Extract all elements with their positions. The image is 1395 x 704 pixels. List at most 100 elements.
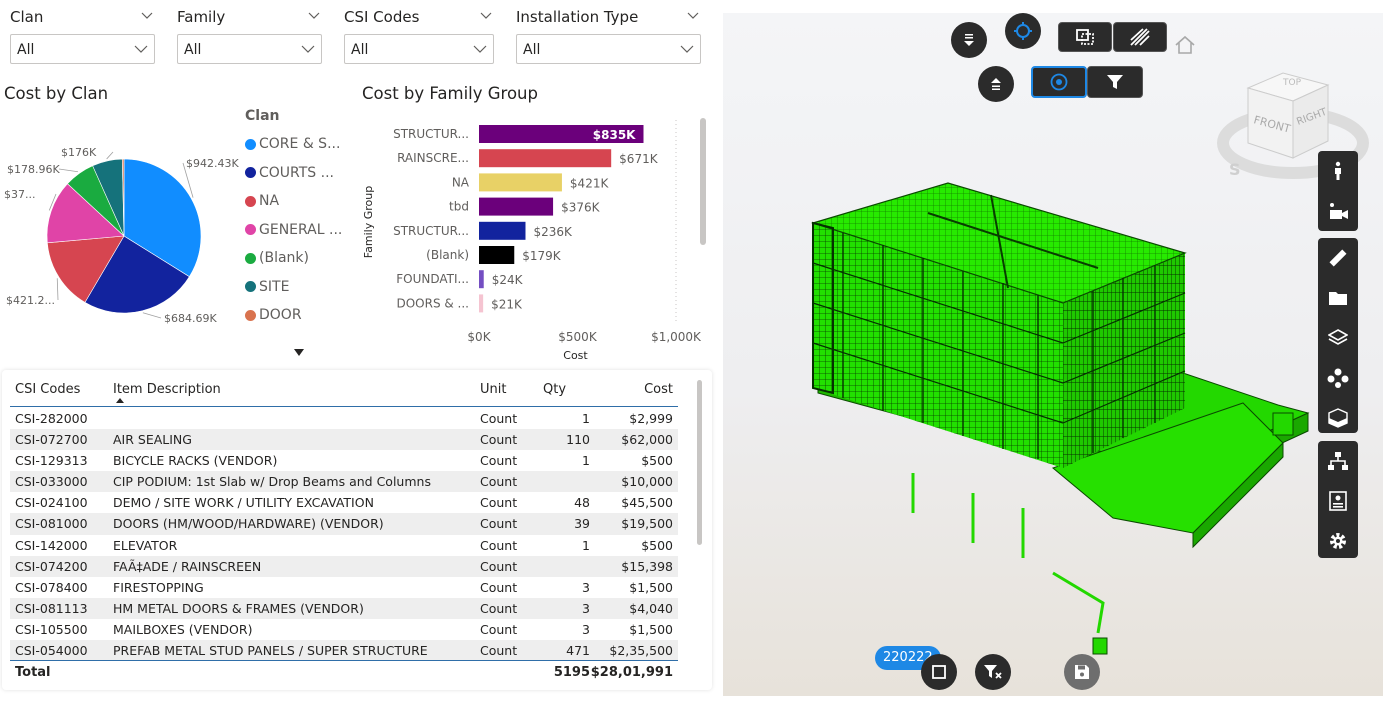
selection-box-button[interactable] — [921, 654, 957, 690]
table-row[interactable]: CSI-054000 PREFAB METAL STUD PANELS / SUP… — [10, 640, 678, 662]
bar[interactable] — [479, 270, 484, 289]
pie-data-label: $942.43K — [186, 157, 239, 170]
hatch-button[interactable] — [1113, 22, 1167, 52]
slicer-dropdown-installation-type[interactable]: All — [516, 34, 701, 64]
locate-button[interactable] — [1005, 13, 1041, 49]
home-icon[interactable] — [1173, 35, 1197, 55]
bar[interactable] — [479, 149, 612, 168]
bar[interactable] — [479, 294, 484, 313]
walk-mode-button[interactable] — [1318, 151, 1358, 191]
target-icon — [1050, 73, 1068, 91]
cell-qty: 3 — [582, 579, 590, 595]
explode-button[interactable] — [1318, 358, 1358, 398]
table-row[interactable]: CSI-072700 AIR SEALING Count 110 $62,000 — [10, 429, 678, 451]
clear-filter-button[interactable] — [975, 654, 1011, 690]
slicer-title-text: Installation Type — [516, 8, 639, 26]
table-row[interactable]: CSI-081000 DOORS (HM/WOOD/HARDWARE) (VEND… — [10, 513, 678, 535]
legend-item[interactable]: (Blank) — [245, 244, 360, 273]
cell-unit: Count — [480, 600, 518, 616]
bar-data-label: $24K — [492, 273, 524, 287]
structure-button[interactable] — [1318, 441, 1358, 481]
cell-cost: $62,000 — [621, 432, 673, 448]
cost-table: CSI Codes Item Description Unit Qty Cost… — [2, 370, 712, 690]
bar[interactable] — [479, 246, 515, 264]
tools-toolbar — [1318, 238, 1358, 433]
cell-cost: $45,500 — [621, 495, 673, 511]
header-cost[interactable]: Cost — [644, 382, 673, 397]
chevron-down-icon[interactable] — [141, 10, 153, 22]
isolate-button[interactable] — [1031, 66, 1087, 98]
building-model[interactable]: TOP FRONT RIGHT S — [723, 13, 1383, 696]
cell-item-description: CIP PODIUM: 1st Slab w/ Drop Beams and C… — [113, 474, 431, 490]
table-row[interactable]: CSI-282000 Count 1 $2,999 — [10, 408, 678, 429]
table-body: CSI-282000 Count 1 $2,999 CSI-072700 AIR SEAL… — [10, 408, 678, 662]
bar[interactable] — [479, 173, 562, 192]
cell-unit: Count — [480, 558, 518, 574]
layers-icon — [1328, 329, 1348, 345]
bar[interactable] — [479, 221, 526, 240]
slicer-value: All — [184, 42, 202, 58]
table-row[interactable]: CSI-081113 HM METAL DOORS & FRAMES (VENDO… — [10, 597, 678, 619]
cell-item-description: BICYCLE RACKS (VENDOR) — [113, 453, 278, 469]
navigation-toolbar — [1318, 151, 1358, 231]
cell-csi-code: CSI-081000 — [15, 516, 88, 532]
slicer-family: Family All — [177, 8, 322, 64]
bar-chart[interactable]: STRUCTUR... $835K RAINSCRE... $671K NA $421K t… — [358, 110, 703, 368]
section-button[interactable] — [1318, 398, 1358, 438]
table-row[interactable]: CSI-105500 MAILBOXES (VENDOR) Count 3 $1,500 — [10, 619, 678, 640]
chevron-down-icon[interactable] — [308, 10, 320, 22]
legend-item[interactable]: SITE — [245, 273, 360, 302]
table-row[interactable]: CSI-142000 ELEVATOR Count 1 $500 — [10, 535, 678, 556]
level-up-button[interactable] — [978, 66, 1014, 102]
header-unit[interactable]: Unit — [480, 382, 506, 397]
table-row[interactable]: CSI-074200 FAÃ‡ADE / RAINSCREEN Count $15,3… — [10, 555, 678, 577]
model-viewer[interactable]: TOP FRONT RIGHT S 220222 — [723, 13, 1383, 696]
bar[interactable] — [479, 197, 554, 216]
pie-chart[interactable]: $942.43K $684.69K $421.2... $37... $178.96K$… — [0, 110, 245, 340]
properties-button[interactable] — [1318, 481, 1358, 521]
slicer-dropdown-family[interactable]: All — [177, 34, 322, 64]
header-csi-codes[interactable]: CSI Codes — [15, 382, 80, 397]
cell-qty: 3 — [582, 621, 590, 637]
bar-chart-scrollbar[interactable] — [700, 118, 706, 245]
slicer-dropdown-csi-codes[interactable]: All — [344, 34, 494, 64]
legend-item[interactable]: NA — [245, 187, 360, 216]
cell-qty: 1 — [582, 411, 590, 426]
table-row[interactable]: CSI-033000 CIP PODIUM: 1st Slab w/ Drop B… — [10, 471, 678, 493]
level-down-button[interactable] — [951, 22, 987, 58]
arrow-down-icon — [964, 34, 974, 46]
pie-data-label: $37... — [4, 188, 36, 201]
bar-data-label: $376K — [561, 201, 601, 215]
model-browser-button[interactable] — [1318, 278, 1358, 318]
legend-scroll-down-icon[interactable] — [294, 349, 304, 356]
cell-item-description: PREFAB METAL STUD PANELS / SUPER STRUCTU… — [113, 643, 428, 659]
legend-item[interactable]: GENERAL ... — [245, 216, 360, 245]
save-button[interactable] — [1064, 654, 1100, 690]
table-row[interactable]: CSI-024100 DEMO / SITE WORK / UTILITY EXC… — [10, 492, 678, 513]
table-row[interactable]: CSI-078400 FIRESTOPPING Count 3 $1,500 — [10, 577, 678, 598]
settings-button[interactable] — [1318, 521, 1358, 561]
cell-csi-code: CSI-105500 — [15, 621, 88, 637]
y-axis-title: Family Group — [362, 186, 375, 258]
header-qty[interactable]: Qty — [543, 382, 566, 397]
slicer-dropdown-clan[interactable]: All — [10, 34, 155, 64]
filter-button[interactable] — [1087, 66, 1143, 98]
legend-item[interactable]: COURTS ... — [245, 159, 360, 188]
section-box-button[interactable] — [1058, 22, 1112, 52]
legend-item[interactable]: DOOR — [245, 301, 360, 330]
cell-qty: 110 — [566, 432, 590, 448]
measure-button[interactable] — [1318, 238, 1358, 278]
chevron-down-icon[interactable] — [480, 10, 492, 22]
total-cost: $28,01,991 — [590, 665, 673, 680]
chevron-down-icon[interactable] — [687, 10, 699, 22]
cell-cost: $4,040 — [629, 600, 673, 616]
camera-button[interactable] — [1318, 191, 1358, 231]
legend-item[interactable]: CORE & S... — [245, 130, 360, 159]
table-scrollbar[interactable] — [697, 380, 702, 545]
cell-csi-code: CSI-081113 — [15, 600, 88, 616]
layers-button[interactable] — [1318, 318, 1358, 358]
bar-data-label: $21K — [491, 297, 523, 311]
legend-marker — [245, 224, 256, 236]
header-item-description[interactable]: Item Description — [113, 382, 221, 397]
table-row[interactable]: CSI-129313 BICYCLE RACKS (VENDOR) Count 1 $5… — [10, 450, 678, 471]
